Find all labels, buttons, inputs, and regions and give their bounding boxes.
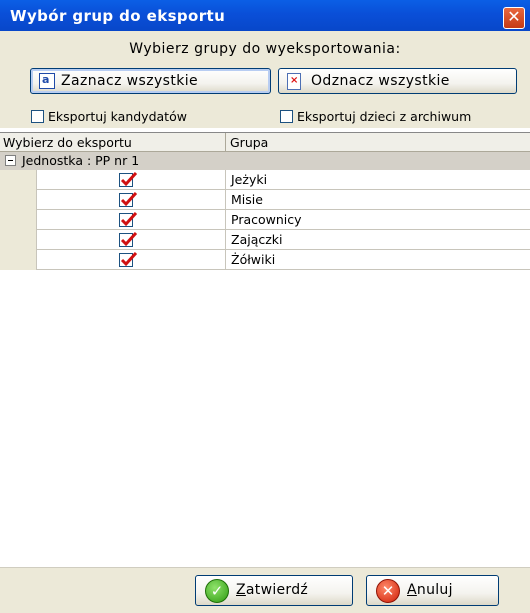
row-checkbox[interactable] bbox=[119, 232, 138, 247]
group-name: Pracownicy bbox=[231, 212, 302, 227]
select-all-label: Zaznacz wszystkie bbox=[61, 73, 199, 89]
group-name: Jeżyki bbox=[231, 172, 268, 187]
group-row[interactable]: Jednostka : PP nr 1 bbox=[0, 152, 530, 170]
table-row[interactable]: Zajączki bbox=[36, 230, 530, 250]
table-row[interactable]: Żółwiki bbox=[36, 250, 530, 270]
deselect-all-button[interactable]: × Odznacz wszystkie bbox=[278, 68, 517, 94]
prompt-label: Wybierz grupy do wyeksportowania: bbox=[129, 41, 401, 57]
column-header-group[interactable]: Grupa bbox=[230, 135, 268, 150]
top-panel: Wybierz grupy do wyeksportowania: a Zazn… bbox=[0, 31, 530, 128]
deselect-all-label: Odznacz wszystkie bbox=[311, 73, 450, 89]
group-name: Misie bbox=[231, 192, 263, 207]
dialog-body: Wybierz grupy do wyeksportowania: a Zazn… bbox=[0, 31, 530, 612]
cancel-button[interactable]: ✕ Anuluj bbox=[366, 575, 499, 606]
group-label: Jednostka : PP nr 1 bbox=[22, 153, 140, 168]
cancel-label: Anuluj bbox=[407, 582, 453, 598]
confirm-button[interactable]: ✓ Zatwierdź bbox=[195, 575, 353, 606]
row-checkbox[interactable] bbox=[119, 212, 138, 227]
select-all-icon: a bbox=[39, 73, 55, 89]
export-candidates-label: Eksportuj kandydatów bbox=[48, 109, 187, 124]
row-checkbox[interactable] bbox=[119, 172, 138, 187]
footer-bar: ✓ Zatwierdź ✕ Anuluj bbox=[0, 567, 530, 613]
deselect-all-icon: × bbox=[287, 73, 301, 90]
cancel-circle-icon: ✕ bbox=[376, 579, 400, 603]
column-divider[interactable] bbox=[225, 133, 226, 152]
export-candidates-box[interactable] bbox=[31, 110, 44, 123]
collapse-icon[interactable] bbox=[5, 155, 16, 166]
check-circle-icon: ✓ bbox=[205, 579, 229, 603]
table-row[interactable]: Pracownicy bbox=[36, 210, 530, 230]
table-row[interactable]: Misie bbox=[36, 190, 530, 210]
window-title: Wybór grup do eksportu bbox=[10, 7, 226, 25]
close-icon: ✕ bbox=[507, 7, 521, 26]
row-checkbox[interactable] bbox=[119, 192, 138, 207]
close-button[interactable]: ✕ bbox=[503, 7, 525, 29]
indent-gutter bbox=[0, 170, 36, 270]
export-archive-box[interactable] bbox=[280, 110, 293, 123]
confirm-label: Zatwierdź bbox=[236, 582, 309, 598]
title-bar: Wybór grup do eksportu ✕ bbox=[0, 0, 530, 31]
group-name: Żółwiki bbox=[231, 252, 276, 267]
grid-header: Wybierz do eksportu Grupa bbox=[0, 132, 530, 152]
table-row[interactable]: Jeżyki bbox=[36, 170, 530, 190]
select-all-button[interactable]: a Zaznacz wszystkie bbox=[30, 68, 271, 94]
column-header-select[interactable]: Wybierz do eksportu bbox=[3, 135, 132, 150]
row-checkbox[interactable] bbox=[119, 252, 138, 267]
export-archive-label: Eksportuj dzieci z archiwum bbox=[297, 109, 472, 124]
group-name: Zajączki bbox=[231, 232, 283, 247]
